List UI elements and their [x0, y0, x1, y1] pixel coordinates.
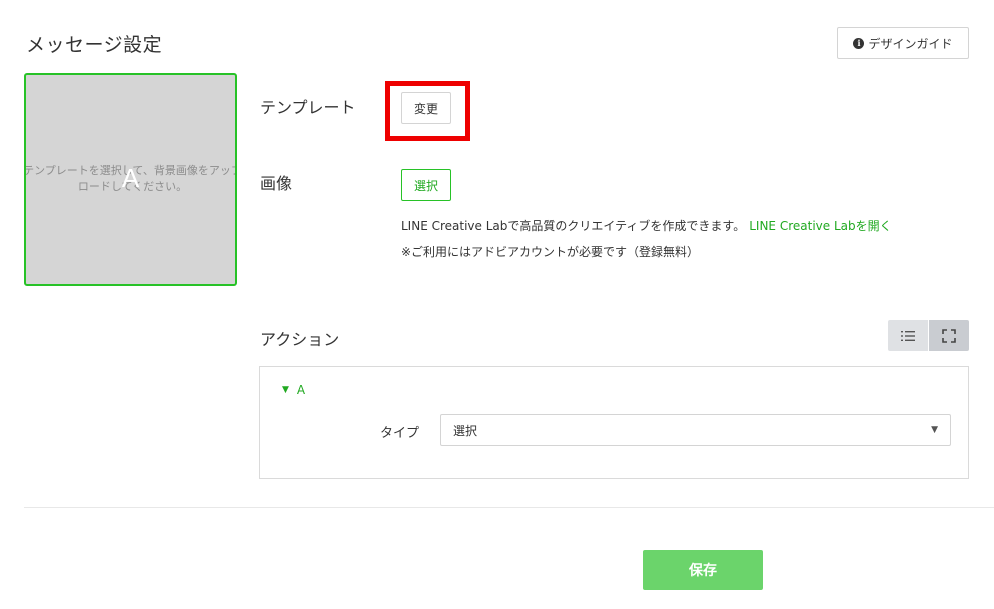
creative-lab-link[interactable]: LINE Creative Labを開く	[749, 219, 891, 233]
change-template-button[interactable]: 変更	[401, 92, 451, 124]
dropdown-arrow-icon: ▼	[931, 425, 938, 435]
area-accordion-header[interactable]: ▼ A	[282, 383, 305, 397]
creative-lab-text: LINE Creative Labで高品質のクリエイティブを作成できます。	[401, 219, 746, 233]
adobe-account-note: ※ご利用にはアドビアカウントが必要です（登録無料）	[401, 245, 700, 259]
creative-lab-info: LINE Creative Labで高品質のクリエイティブを作成できます。 LIN…	[401, 217, 892, 234]
action-label: アクション	[260, 330, 340, 349]
template-preview[interactable]: テンプレートを選択して、背景画像をアップロードしてください。 A	[24, 73, 237, 286]
design-guide-button[interactable]: i デザインガイド	[837, 27, 969, 59]
chevron-down-icon: ▼	[282, 385, 289, 395]
template-label: テンプレート	[260, 98, 356, 117]
divider	[24, 507, 994, 508]
save-button[interactable]: 保存	[643, 550, 763, 590]
page-title: メッセージ設定	[26, 34, 163, 56]
fullscreen-icon	[942, 328, 956, 343]
list-icon	[901, 330, 915, 341]
preview-area-letter: A	[121, 163, 140, 193]
list-view-button[interactable]	[888, 320, 928, 351]
design-guide-label: デザインガイド	[868, 36, 953, 51]
area-name: A	[296, 383, 306, 397]
fullscreen-view-button[interactable]	[929, 320, 969, 351]
action-panel: ▼ A タイプ 選択 ▼	[259, 366, 969, 479]
select-image-button[interactable]: 選択	[401, 169, 451, 201]
info-icon: i	[853, 37, 865, 49]
type-label: タイプ	[380, 426, 420, 441]
view-toggle	[888, 320, 969, 351]
type-select[interactable]: 選択 ▼	[440, 414, 951, 446]
type-select-value: 選択	[453, 423, 478, 438]
image-label: 画像	[260, 174, 293, 193]
